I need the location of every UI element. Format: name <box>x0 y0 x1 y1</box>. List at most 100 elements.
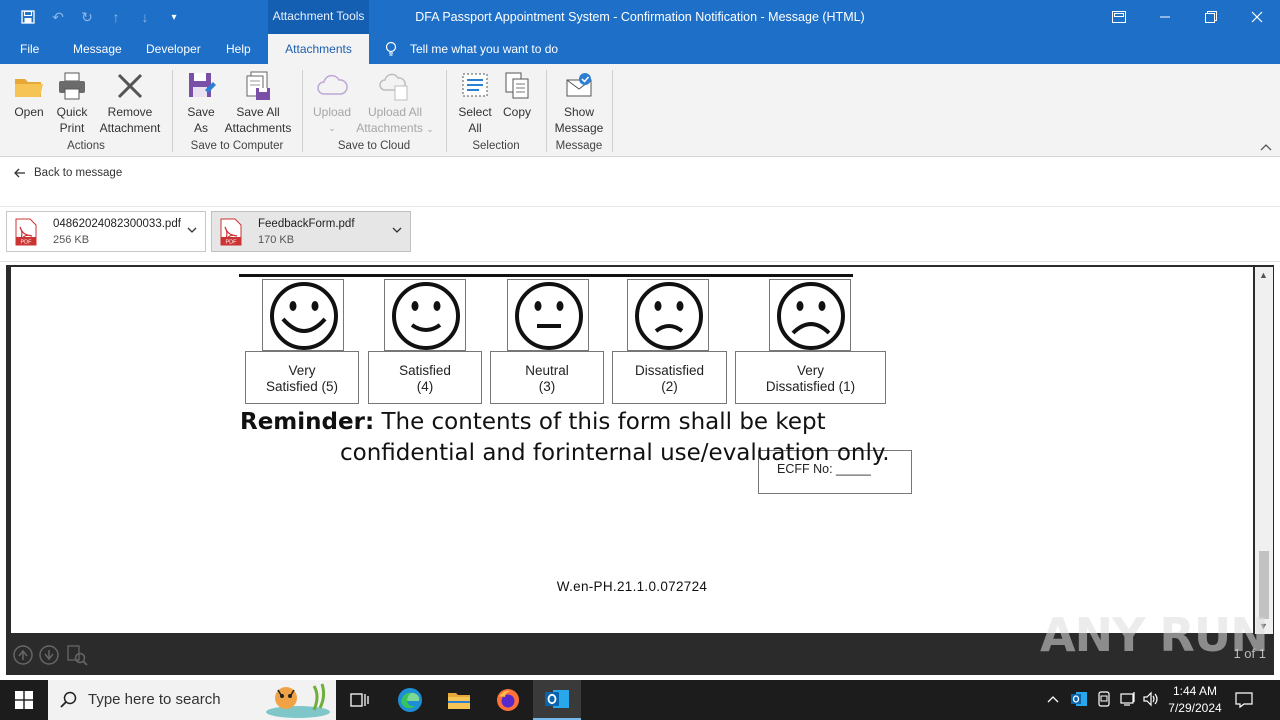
upload-all-label-1: Upload All <box>367 105 423 119</box>
pdf-icon: PDF <box>220 218 242 246</box>
frown-face-icon <box>635 282 703 350</box>
big-smile-face-icon <box>270 282 338 350</box>
reminder-text: Reminder: The contents of this form shal… <box>240 407 890 469</box>
attachment-name: 04862024082300033.pdf <box>53 218 181 230</box>
attachment-chip-selected[interactable]: PDF FeedbackForm.pdf 170 KB <box>211 211 411 252</box>
neutral-face-icon <box>515 282 583 350</box>
remove-label-2: Attachment <box>99 121 161 135</box>
tab-attachments[interactable]: Attachments <box>268 34 369 64</box>
save-as-label-2: As <box>193 121 208 135</box>
show-hidden-icons-chevron-icon[interactable] <box>1047 691 1059 706</box>
tiger-search-highlight-icon <box>266 683 330 718</box>
back-to-message-text: Back to message <box>34 167 123 179</box>
face-satisfied <box>384 279 466 351</box>
collapse-ribbon-icon[interactable] <box>1260 142 1272 154</box>
previous-item-icon[interactable]: ↑ <box>106 7 126 27</box>
upload-dropdown-icon: ⌄ <box>328 123 336 133</box>
scroll-up-icon[interactable]: ▲ <box>1259 270 1268 280</box>
select-all-label-2: All <box>468 121 482 135</box>
attachment-chip[interactable]: PDF 04862024082300033.pdf 256 KB <box>6 211 206 252</box>
back-to-message-link[interactable]: Back to message <box>14 167 122 179</box>
customize-toolbar-icon[interactable]: ▾ <box>164 7 184 27</box>
open-label: Open <box>14 105 44 119</box>
edge-icon <box>398 688 422 712</box>
form-version: W.en-PH.21.1.0.072724 <box>556 579 708 594</box>
remove-label-1: Remove <box>107 105 153 119</box>
restore-button[interactable] <box>1188 0 1234 34</box>
reminder-line-2: confidential and forinternal use/evaluat… <box>340 440 890 466</box>
ribbon-tabs: File Message Developer Help Attachments … <box>0 34 1280 64</box>
quick-print-label-2: Print <box>59 121 85 135</box>
rating-label: Satisfied (4) <box>368 351 482 404</box>
chevron-down-icon[interactable] <box>187 224 197 236</box>
save-icon[interactable] <box>18 7 38 27</box>
upload-all-attachments-button[interactable]: Upload All Attachments ⌄ <box>354 70 436 137</box>
outlook-icon <box>545 690 569 708</box>
pdf-icon: PDF <box>15 218 37 246</box>
quick-print-button[interactable]: Quick Print <box>52 70 92 136</box>
device-tray-icon[interactable] <box>1096 690 1112 711</box>
notifications-icon[interactable] <box>1234 690 1254 713</box>
task-view-icon <box>350 693 369 707</box>
tell-me-search[interactable]: Tell me what you want to do <box>382 34 558 64</box>
next-item-icon[interactable]: ↓ <box>135 7 155 27</box>
next-page-icon[interactable] <box>38 644 60 666</box>
undo-icon[interactable]: ↶ <box>48 7 68 27</box>
reminder-line-1: The contents of this form shall be kept <box>374 409 826 435</box>
face-dissatisfied <box>627 279 709 351</box>
context-tab-label: Attachment Tools <box>268 0 369 34</box>
firefox-taskbar-button[interactable] <box>484 680 532 720</box>
remove-attachment-button[interactable]: Remove Attachment <box>96 70 164 136</box>
chevron-down-icon[interactable] <box>392 224 402 236</box>
task-view-button[interactable] <box>336 680 384 720</box>
file-explorer-taskbar-button[interactable] <box>435 680 483 720</box>
minimize-button[interactable] <box>1142 0 1188 34</box>
tab-file[interactable]: File <box>20 34 39 64</box>
upload-button[interactable]: Upload ⌄ <box>310 70 354 136</box>
previous-page-icon[interactable] <box>12 644 34 666</box>
rating-label: Dissatisfied (2) <box>612 351 727 404</box>
ribbon-separator <box>302 70 303 152</box>
tab-developer[interactable]: Developer <box>146 34 201 64</box>
save-as-button[interactable]: Save As <box>182 70 220 136</box>
big-frown-face-icon <box>777 282 845 350</box>
edge-taskbar-button[interactable] <box>386 680 434 720</box>
ribbon-display-options-button[interactable] <box>1096 0 1142 34</box>
outlook-tray-icon[interactable] <box>1070 690 1088 711</box>
face-neutral <box>507 279 589 351</box>
ribbon-separator <box>546 70 547 152</box>
vertical-scrollbar[interactable]: ▲ ▼ <box>1255 267 1273 635</box>
rating-label: Neutral (3) <box>490 351 604 404</box>
select-all-button[interactable]: Select All <box>455 70 495 136</box>
attachment-name: FeedbackForm.pdf <box>258 218 355 230</box>
tab-message[interactable]: Message <box>73 34 122 64</box>
face-very-dissatisfied <box>769 279 851 351</box>
volume-icon[interactable] <box>1142 690 1160 711</box>
title-bar: ↶ ↻ ↑ ↓ ▾ Attachment Tools DFA Passport … <box>0 0 1280 34</box>
envelope-icon <box>566 73 592 97</box>
zoom-page-icon[interactable] <box>66 644 88 666</box>
save-all-attachments-button[interactable]: Save All Attachments <box>222 70 294 136</box>
network-icon[interactable] <box>1119 690 1137 711</box>
system-clock[interactable]: 1:44 AM 7/29/2024 <box>1160 683 1230 717</box>
close-button[interactable] <box>1234 0 1280 34</box>
copy-label: Copy <box>502 105 531 119</box>
clock-date: 7/29/2024 <box>1168 701 1222 715</box>
back-bar: Back to message <box>0 157 1280 207</box>
show-message-button[interactable]: Show Message <box>552 70 606 136</box>
taskbar-search-box[interactable]: Type here to search <box>48 680 336 720</box>
outlook-taskbar-button[interactable] <box>533 680 581 720</box>
ribbon: Open Quick Print Remove Attachment Actio… <box>0 64 1280 157</box>
copy-button[interactable]: Copy <box>498 70 536 120</box>
face-very-satisfied <box>262 279 344 351</box>
tell-me-text: Tell me what you want to do <box>410 42 559 56</box>
tab-help[interactable]: Help <box>226 34 251 64</box>
search-icon <box>60 691 77 708</box>
attachment-bar: PDF 04862024082300033.pdf 256 KB PDF Fee… <box>0 207 1280 262</box>
attachment-size: 256 KB <box>53 234 90 246</box>
windows-logo-icon <box>15 691 33 709</box>
group-label-message: Message <box>555 140 603 152</box>
start-button[interactable] <box>0 680 48 720</box>
open-button[interactable]: Open <box>10 70 48 120</box>
redo-icon[interactable]: ↻ <box>77 7 97 27</box>
